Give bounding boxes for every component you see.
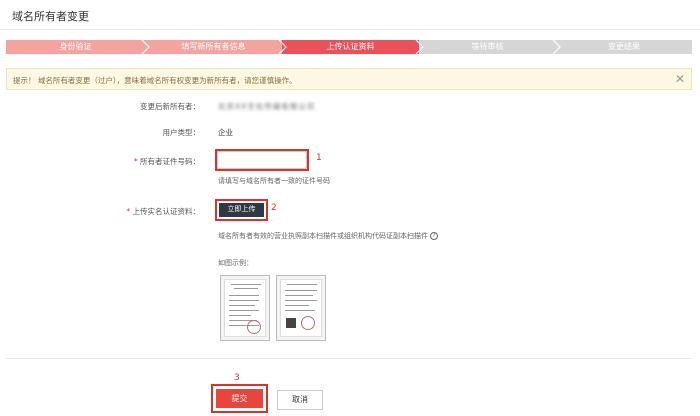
close-icon[interactable]: ✕ xyxy=(675,72,685,86)
new-owner-value: 北京XX文化传媒有限公司 xyxy=(218,102,316,111)
cert-number-hint: 请填写与域名所有者一致的证件号码 xyxy=(218,177,330,185)
annotation-1: 1 xyxy=(316,153,322,163)
upload-label: * 上传实名认证资料： xyxy=(0,206,200,217)
cert-number-input[interactable] xyxy=(217,151,307,169)
form-divider xyxy=(6,358,692,359)
step-chevron-icon xyxy=(278,40,287,54)
step-chevron-icon xyxy=(415,40,424,54)
upload-button-highlight: 立即上传 xyxy=(215,199,268,221)
upload-description-text: 域名所有者有效的营业执照副本扫描件或组织机构代码证副本扫描件 xyxy=(218,232,428,240)
upload-label-text: 上传实名认证资料： xyxy=(132,207,201,216)
upload-now-button[interactable]: 立即上传 xyxy=(219,203,264,217)
required-mark: * xyxy=(126,207,131,216)
example-image-business-license[interactable] xyxy=(220,275,270,341)
help-icon[interactable]: ? xyxy=(430,232,438,240)
document-thumbnail xyxy=(280,279,322,337)
user-type-value: 企业 xyxy=(218,128,233,137)
step-awaiting-review: 等待审核 xyxy=(419,40,556,54)
new-owner-label: 变更后新所有者： xyxy=(140,102,200,111)
step-change-result: 变更结果 xyxy=(556,40,692,54)
step-upload-materials: 上传认证资料 xyxy=(282,40,419,54)
warning-notice: 提示！ 域名所有者变更（过户），意味着域名所有权变更为新所有者，请您谨慎操作。 … xyxy=(6,68,692,90)
step-new-owner-info: 填写新所有者信息 xyxy=(145,40,282,54)
step-identity-verification: 身份验证 xyxy=(6,40,145,54)
submit-button-highlight: 提交 xyxy=(211,384,268,413)
title-divider xyxy=(0,29,700,30)
example-image-organization-code[interactable] xyxy=(276,275,326,341)
cert-number-label-text: 所有者证件号码： xyxy=(140,157,200,166)
cancel-button[interactable]: 取消 xyxy=(277,390,323,410)
annotation-2: 2 xyxy=(271,203,277,213)
user-type-label: 用户类型： xyxy=(162,128,201,137)
notice-text: 提示！ 域名所有者变更（过户），意味着域名所有权变更为新所有者，请您谨慎操作。 xyxy=(13,76,297,85)
cert-number-label: * 所有者证件号码： xyxy=(0,156,200,167)
required-mark: * xyxy=(133,157,138,166)
upload-description: 域名所有者有效的营业执照副本扫描件或组织机构代码证副本扫描件? xyxy=(218,231,438,241)
annotation-3: 3 xyxy=(234,373,240,383)
step-chevron-icon xyxy=(141,40,150,54)
step-chevron-icon xyxy=(552,40,561,54)
example-label: 如图示例： xyxy=(218,259,253,267)
cert-number-highlight xyxy=(215,149,309,171)
page-title: 域名所有者变更 xyxy=(12,10,89,23)
document-thumbnail xyxy=(224,279,266,337)
step-progress-bar: 身份验证 填写新所有者信息 上传认证资料 等待审核 变更结果 xyxy=(6,40,692,54)
submit-button[interactable]: 提交 xyxy=(216,389,263,408)
